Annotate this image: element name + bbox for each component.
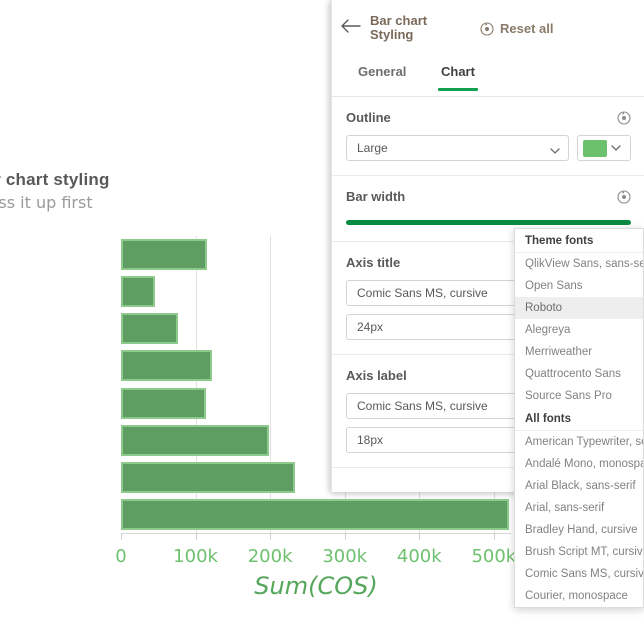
font-option[interactable]: Merriweather bbox=[515, 341, 643, 363]
font-option[interactable]: Brush Script MT, cursive bbox=[515, 541, 643, 563]
color-swatch bbox=[583, 139, 607, 157]
bar-row[interactable] bbox=[121, 496, 511, 533]
font-group-header: Theme fonts bbox=[515, 229, 643, 253]
tab-chart[interactable]: Chart bbox=[438, 64, 478, 91]
x-axis-tick bbox=[270, 533, 272, 540]
bar[interactable] bbox=[121, 239, 207, 270]
section-title-bar-width: Bar width bbox=[346, 189, 406, 204]
revert-icon[interactable] bbox=[617, 189, 631, 204]
chart-title: Bar chart styling bbox=[0, 170, 110, 189]
font-option[interactable]: Alegreya bbox=[515, 319, 643, 341]
font-option[interactable]: American Typewriter, serif bbox=[515, 431, 643, 453]
axis-label-size-value: 18px bbox=[357, 433, 384, 447]
bar[interactable] bbox=[121, 387, 206, 419]
axis-label-font-value: Comic Sans MS, cursive bbox=[357, 399, 488, 413]
outline-size-value: Large bbox=[357, 141, 388, 155]
bar[interactable] bbox=[121, 313, 178, 345]
x-axis-tick bbox=[195, 533, 197, 540]
axis-title-font-value: Comic Sans MS, cursive bbox=[357, 286, 488, 300]
font-option[interactable]: Courier, monospace bbox=[515, 585, 643, 607]
panel-header: Bar chart Styling Reset all bbox=[332, 0, 644, 56]
slider-track[interactable] bbox=[346, 220, 631, 225]
font-option[interactable]: Bradley Hand, cursive bbox=[515, 519, 643, 541]
font-dropdown-menu[interactable]: Theme fonts QlikView Sans, sans-serif Open… bbox=[514, 228, 644, 608]
panel-tabs: General Chart bbox=[332, 56, 644, 97]
section-title-axis-title: Axis title bbox=[346, 255, 401, 270]
x-axis-line bbox=[121, 533, 511, 534]
font-option[interactable]: Arial, sans-serif bbox=[515, 497, 643, 519]
x-axis-tick-label: 300k bbox=[322, 546, 368, 567]
font-option[interactable]: Roboto bbox=[515, 297, 643, 319]
x-axis-tick-label: 500k bbox=[471, 546, 517, 567]
chevron-down-icon bbox=[611, 139, 621, 157]
outline-color-picker[interactable] bbox=[577, 135, 631, 161]
section-title-axis-label: Axis label bbox=[346, 368, 407, 383]
x-axis-tick bbox=[121, 533, 122, 540]
font-group-header: All fonts bbox=[515, 407, 643, 431]
section-title-outline: Outline bbox=[346, 110, 391, 125]
x-axis-tick-label: 0 bbox=[115, 546, 127, 567]
outline-controls: Large bbox=[346, 135, 631, 161]
revert-icon[interactable] bbox=[617, 110, 631, 125]
font-option[interactable]: QlikView Sans, sans-serif bbox=[515, 253, 643, 275]
bar[interactable] bbox=[121, 276, 156, 308]
x-axis-tick bbox=[419, 533, 421, 540]
x-axis-tick bbox=[493, 533, 495, 540]
bar[interactable] bbox=[121, 461, 295, 493]
back-arrow-icon[interactable] bbox=[341, 18, 363, 34]
axis-title-size-value: 24px bbox=[357, 320, 384, 334]
x-axis-title: Sum(COS) bbox=[254, 572, 378, 600]
reset-all-button[interactable]: Reset all bbox=[480, 21, 553, 36]
panel-title-line1: Bar chart bbox=[370, 13, 428, 28]
x-axis-tick-label: 100k bbox=[173, 546, 218, 567]
section-header: Outline bbox=[346, 110, 631, 125]
section-header: Bar width bbox=[346, 189, 631, 204]
tab-general[interactable]: General bbox=[358, 64, 406, 91]
bar[interactable] bbox=[121, 350, 212, 382]
outline-size-select[interactable]: Large bbox=[346, 135, 569, 161]
chevron-down-icon bbox=[550, 144, 560, 158]
font-option[interactable]: Source Sans Pro bbox=[515, 385, 643, 407]
reset-all-label: Reset all bbox=[500, 21, 554, 36]
section-outline: Outline Large bbox=[332, 97, 644, 176]
font-option[interactable]: Andalé Mono, monospace bbox=[515, 453, 643, 475]
chart-subtitle: Dress it up first bbox=[0, 193, 93, 212]
bar-width-slider[interactable] bbox=[346, 214, 631, 227]
bar[interactable] bbox=[121, 498, 509, 530]
x-axis-tick-label: 400k bbox=[396, 546, 442, 567]
panel-title: Bar chart Styling bbox=[370, 14, 427, 42]
bar[interactable] bbox=[121, 424, 269, 456]
x-axis-tick-label: 200k bbox=[247, 546, 293, 567]
panel-title-line2: Styling bbox=[370, 27, 414, 42]
font-option[interactable]: Open Sans bbox=[515, 275, 643, 297]
revert-icon bbox=[480, 21, 494, 36]
x-axis-tick bbox=[344, 533, 346, 540]
font-option[interactable]: Arial Black, sans-serif bbox=[515, 475, 643, 497]
font-option[interactable]: Comic Sans MS, cursive bbox=[515, 563, 643, 585]
font-option[interactable]: Quattrocento Sans bbox=[515, 363, 643, 385]
